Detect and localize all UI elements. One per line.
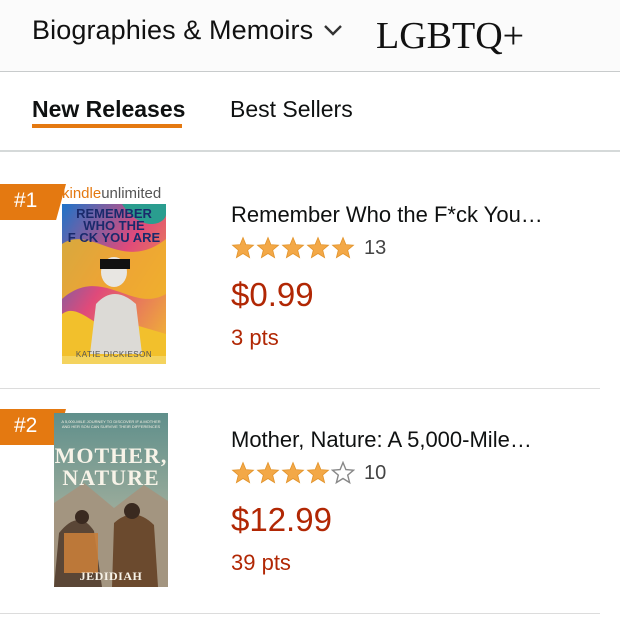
star-icon [281, 236, 305, 259]
star-icon [331, 461, 355, 485]
category-dropdown[interactable]: Biographies & Memoirs [32, 15, 343, 46]
price: $12.99 [231, 501, 332, 538]
reward-points: 3 pts [231, 325, 279, 350]
list-item[interactable]: #2 A 5,000-MILE JOURNEY TO DISCOVER IF A… [0, 405, 620, 613]
stars-icon [231, 461, 356, 485]
star-icon [231, 461, 255, 484]
star-icon [306, 461, 330, 484]
divider [0, 613, 600, 614]
star-icon [306, 236, 330, 259]
stars-icon [231, 236, 356, 260]
star-icon [256, 461, 280, 484]
star-icon [281, 461, 305, 484]
book-title[interactable]: Mother, Nature: A 5,000-Mile… [231, 427, 532, 453]
tab-new-releases[interactable]: New Releases [32, 96, 185, 123]
star-rating: 13 [231, 236, 386, 260]
cover-author: KATIE DICKIESON [75, 350, 153, 359]
book-cover[interactable]: A 5,000-MILE JOURNEY TO DISCOVER IF A MO… [54, 413, 168, 587]
top-bar: Biographies & Memoirs LGBTQ+ [0, 0, 620, 72]
category-label: Biographies & Memoirs [32, 15, 314, 45]
chevron-down-icon [323, 23, 343, 42]
tab-bar: New Releases Best Sellers [0, 72, 620, 152]
star-icon [231, 236, 255, 259]
cover-title: REMEMBER WHO THE F CK YOU ARE [67, 206, 161, 245]
star-rating: 10 [231, 461, 386, 485]
star-icon [256, 236, 280, 259]
active-tab-indicator [32, 124, 182, 128]
price: $0.99 [231, 276, 314, 313]
reward-points: 39 pts [231, 550, 291, 575]
cover-author: JEDIDIAH JENKINS [79, 569, 143, 587]
kindle-unlimited-badge: kindleunlimited [62, 185, 162, 202]
overlay-tag: LGBTQ+ [376, 15, 525, 57]
tab-best-sellers[interactable]: Best Sellers [230, 96, 353, 123]
rating-count[interactable]: 10 [364, 462, 386, 485]
rank-badge: #1 [0, 184, 66, 220]
book-cover[interactable]: REMEMBER WHO THE F CK YOU ARE KATIE DICK… [62, 204, 166, 364]
cover-title: MOTHER, NATURE [54, 443, 168, 490]
star-icon [331, 236, 355, 259]
book-title[interactable]: Remember Who the F*ck You… [231, 202, 543, 228]
rating-count[interactable]: 13 [364, 237, 386, 260]
divider [0, 388, 600, 389]
list-item[interactable]: #1 kindleunlimited REMEMBER WHO THE F CK… [0, 180, 620, 388]
cover-subtitle: A 5,000-MILE JOURNEY TO DISCOVER IF A MO… [61, 419, 161, 429]
page: Biographies & Memoirs LGBTQ+ New Release… [0, 0, 620, 620]
